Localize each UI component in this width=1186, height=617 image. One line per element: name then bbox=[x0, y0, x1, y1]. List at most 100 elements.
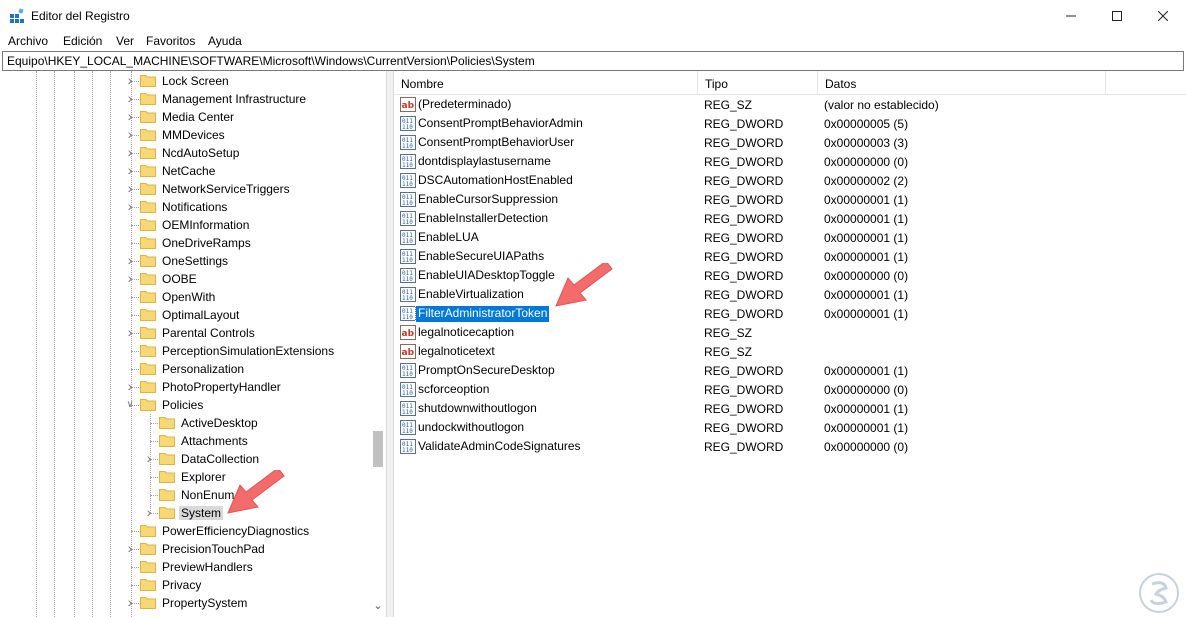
column-header-nombre[interactable]: Nombre bbox=[394, 71, 698, 95]
value-type: REG_DWORD bbox=[704, 364, 784, 378]
tree-item[interactable]: › Lock Screen bbox=[2, 72, 370, 90]
list-row[interactable]: 011 110 FilterAdministratorToken REG_DWORD 0… bbox=[394, 304, 1186, 323]
menu-edicion[interactable]: Edición bbox=[63, 34, 102, 48]
chevron-right-icon[interactable]: › bbox=[124, 91, 136, 105]
svg-text:110: 110 bbox=[402, 409, 413, 416]
tree-item[interactable]: PreviewHandlers bbox=[2, 558, 370, 576]
tree-item-label: OEMInformation bbox=[162, 218, 250, 232]
chevron-right-icon[interactable]: › bbox=[124, 145, 136, 159]
tree-item[interactable]: › NetCache bbox=[2, 162, 370, 180]
list-row[interactable]: 011 110 ValidateAdminCodeSignatures REG_DWO… bbox=[394, 437, 1186, 456]
menu-ver[interactable]: Ver bbox=[116, 34, 134, 48]
tree-item[interactable]: NonEnum bbox=[2, 486, 370, 504]
list-row[interactable]: 011 110 DSCAutomationHostEnabled REG_DWORD 0… bbox=[394, 171, 1186, 190]
list-row[interactable]: ab legalnoticecaption REG_SZ bbox=[394, 323, 1186, 342]
tree-item[interactable]: › Media Center bbox=[2, 108, 370, 126]
list-row[interactable]: 011 110 EnableVirtualization REG_DWORD 0x000… bbox=[394, 285, 1186, 304]
maximize-button[interactable] bbox=[1094, 0, 1140, 31]
list-row[interactable]: ab legalnoticetext REG_SZ bbox=[394, 342, 1186, 361]
chevron-right-icon[interactable]: › bbox=[124, 199, 136, 213]
tree-item[interactable]: Explorer bbox=[2, 468, 370, 486]
close-button[interactable] bbox=[1140, 0, 1186, 31]
list-row[interactable]: ab (Predeterminado) REG_SZ (valor no establ… bbox=[394, 95, 1186, 114]
chevron-right-icon[interactable]: › bbox=[124, 595, 136, 609]
scroll-down-icon[interactable]: ⌄ bbox=[371, 599, 385, 613]
tree-item[interactable]: PowerEfficiencyDiagnostics bbox=[2, 522, 370, 540]
tree-item[interactable]: › NcdAutoSetup bbox=[2, 144, 370, 162]
tree-item[interactable]: ∨ Policies bbox=[2, 396, 370, 414]
value-type: REG_DWORD bbox=[704, 174, 784, 188]
tree-item-label: OneSettings bbox=[162, 254, 229, 268]
list-row[interactable]: 011 110 EnableUIADesktopToggle REG_DWORD 0x0… bbox=[394, 266, 1186, 285]
folder-icon bbox=[140, 560, 156, 573]
tree-pane[interactable]: › Lock Screen › Management Infrastructure › M… bbox=[2, 71, 387, 617]
chevron-right-icon[interactable]: › bbox=[124, 73, 136, 87]
list-row[interactable]: 011 110 EnableCursorSuppression REG_DWORD 0x… bbox=[394, 190, 1186, 209]
value-type: REG_DWORD bbox=[704, 231, 784, 245]
list-row[interactable]: 011 110 EnableLUA REG_DWORD 0x00000001 (1) bbox=[394, 228, 1186, 247]
chevron-down-icon[interactable]: ∨ bbox=[124, 399, 136, 411]
value-name: legalnoticecaption bbox=[418, 325, 515, 339]
chevron-right-icon[interactable]: › bbox=[124, 127, 136, 141]
list-row[interactable]: 011 110 scforceoption REG_DWORD 0x00000000 (… bbox=[394, 380, 1186, 399]
values-list[interactable]: Nombre Tipo Datos ab (Predeterminado) REG_… bbox=[393, 71, 1186, 617]
list-row[interactable]: 011 110 EnableSecureUIAPaths REG_DWORD 0x000… bbox=[394, 247, 1186, 266]
tree-guide-line bbox=[131, 531, 139, 532]
tree-item-label: Personalization bbox=[162, 362, 245, 376]
list-row[interactable]: 011 110 shutdownwithoutlogon REG_DWORD 0x000… bbox=[394, 399, 1186, 418]
chevron-right-icon[interactable]: › bbox=[143, 505, 155, 519]
tree-item[interactable]: › Management Infrastructure bbox=[2, 90, 370, 108]
chevron-right-icon[interactable]: › bbox=[124, 379, 136, 393]
list-row[interactable]: 011 110 dontdisplaylastusername REG_DWORD 0x… bbox=[394, 152, 1186, 171]
chevron-right-icon[interactable]: › bbox=[124, 181, 136, 195]
list-row[interactable]: 011 110 PromptOnSecureDesktop REG_DWORD 0x00… bbox=[394, 361, 1186, 380]
tree-item[interactable]: › PrecisionTouchPad bbox=[2, 540, 370, 558]
tree-item[interactable]: › System bbox=[2, 504, 370, 522]
chevron-right-icon[interactable]: › bbox=[124, 163, 136, 177]
tree-item[interactable]: OptimalLayout bbox=[2, 306, 370, 324]
value-data: 0x00000001 (1) bbox=[824, 421, 909, 435]
chevron-right-icon[interactable]: › bbox=[124, 325, 136, 339]
tree-item[interactable]: OneDriveRamps bbox=[2, 234, 370, 252]
tree-item[interactable]: › PropertySystem bbox=[2, 594, 370, 612]
list-row[interactable]: 011 110 undockwithoutlogon REG_DWORD 0x00000… bbox=[394, 418, 1186, 437]
chevron-right-icon[interactable]: › bbox=[124, 271, 136, 285]
tree-item[interactable]: Attachments bbox=[2, 432, 370, 450]
tree-item[interactable]: PerceptionSimulationExtensions bbox=[2, 342, 370, 360]
chevron-right-icon[interactable]: › bbox=[143, 451, 155, 465]
tree-item[interactable]: › MMDevices bbox=[2, 126, 370, 144]
tree-item[interactable]: › Parental Controls bbox=[2, 324, 370, 342]
tree-scrollbar[interactable]: ⌄ bbox=[369, 71, 386, 617]
list-row[interactable]: 011 110 ConsentPromptBehaviorUser REG_DWORD… bbox=[394, 133, 1186, 152]
value-data: 0x00000002 (2) bbox=[824, 174, 909, 188]
tree-item[interactable]: Personalization bbox=[2, 360, 370, 378]
list-row[interactable]: 011 110 ConsentPromptBehaviorAdmin REG_DWOR… bbox=[394, 114, 1186, 133]
chevron-right-icon[interactable]: › bbox=[124, 541, 136, 555]
tree-item-label: NcdAutoSetup bbox=[162, 146, 240, 160]
chevron-right-icon[interactable]: › bbox=[124, 109, 136, 123]
tree-scrollbar-thumb[interactable] bbox=[373, 431, 383, 467]
tree-item[interactable]: › OOBE bbox=[2, 270, 370, 288]
tree-item[interactable]: › OneSettings bbox=[2, 252, 370, 270]
menu-ayuda[interactable]: Ayuda bbox=[208, 34, 242, 48]
list-row[interactable]: 011 110 EnableInstallerDetection REG_DWORD 0… bbox=[394, 209, 1186, 228]
tree-item[interactable]: › Notifications bbox=[2, 198, 370, 216]
tree-item[interactable]: › NetworkServiceTriggers bbox=[2, 180, 370, 198]
close-icon bbox=[1158, 10, 1168, 21]
minimize-button[interactable] bbox=[1048, 0, 1094, 31]
address-bar[interactable]: Equipo\HKEY_LOCAL_MACHINE\SOFTWARE\Micro… bbox=[2, 51, 1184, 71]
svg-text:ab: ab bbox=[402, 101, 415, 111]
window-title: Editor del Registro bbox=[31, 9, 130, 23]
tree-item[interactable]: OpenWith bbox=[2, 288, 370, 306]
tree-item[interactable]: OEMInformation bbox=[2, 216, 370, 234]
column-header-datos[interactable]: Datos bbox=[818, 71, 1106, 95]
menu-favoritos[interactable]: Favoritos bbox=[146, 34, 195, 48]
tree-item[interactable]: › DataCollection bbox=[2, 450, 370, 468]
tree-item[interactable]: › PhotoPropertyHandler bbox=[2, 378, 370, 396]
column-header-tipo[interactable]: Tipo bbox=[698, 71, 818, 95]
tree-item-label: NetworkServiceTriggers bbox=[162, 182, 290, 196]
menu-archivo[interactable]: Archivo bbox=[8, 34, 48, 48]
tree-item[interactable]: Privacy bbox=[2, 576, 370, 594]
chevron-right-icon[interactable]: › bbox=[124, 253, 136, 267]
tree-item[interactable]: ActiveDesktop bbox=[2, 414, 370, 432]
